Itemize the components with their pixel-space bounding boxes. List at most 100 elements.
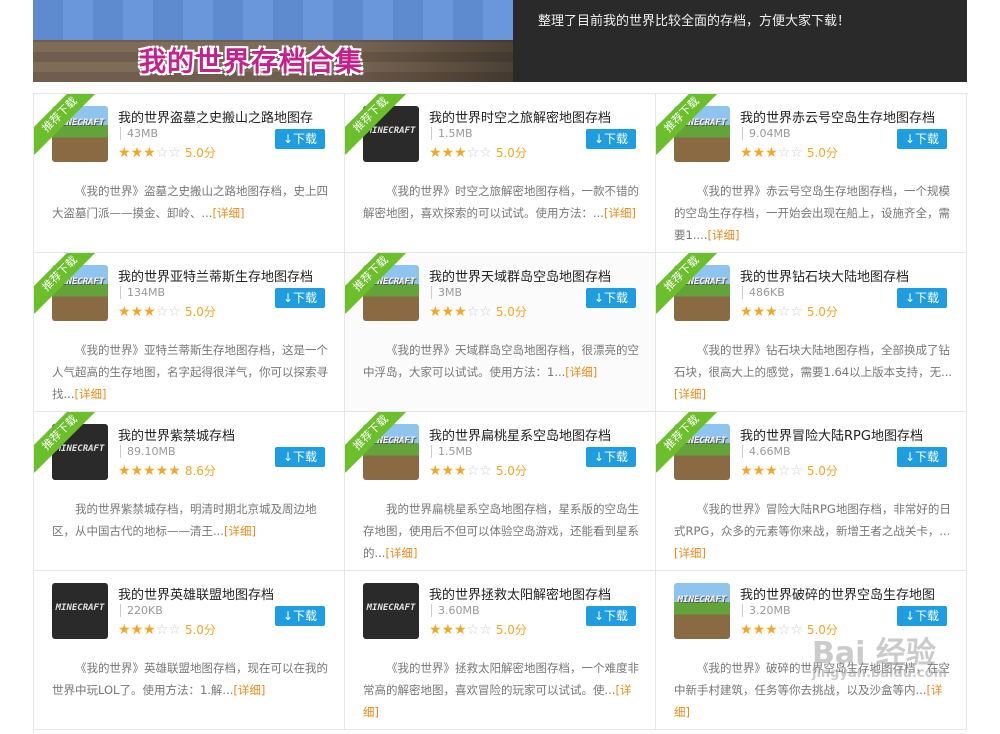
star-icon: ☆ xyxy=(479,622,492,638)
star-icon: ★ xyxy=(740,145,753,161)
star-icon: ★ xyxy=(765,463,778,479)
download-button[interactable]: ↓下载 xyxy=(275,129,325,149)
download-button[interactable]: ↓下载 xyxy=(897,447,947,467)
star-icon: ★ xyxy=(143,145,156,161)
details-link[interactable]: [详细] xyxy=(674,387,706,401)
details-link[interactable]: [详细] xyxy=(385,546,417,560)
rating-score: 5.0分 xyxy=(806,146,838,160)
star-icon: ☆ xyxy=(155,304,169,320)
download-arrow-icon: ↓ xyxy=(593,609,605,623)
rating-stars: ★★★☆☆ 5.0分 xyxy=(118,304,216,320)
star-icon: ★ xyxy=(740,304,753,320)
download-button[interactable]: ↓下载 xyxy=(586,129,636,149)
star-icon: ★ xyxy=(441,622,455,638)
star-icon: ★ xyxy=(130,463,144,479)
rating-score: 5.0分 xyxy=(495,146,527,160)
card-title[interactable]: 我的世界紫禁城存档 xyxy=(118,425,338,444)
star-icon: ★ xyxy=(740,463,753,479)
details-link[interactable]: [详细] xyxy=(74,387,106,401)
star-icon: ★ xyxy=(118,463,131,479)
card-title[interactable]: 我的世界赤云号空岛生存地图存档 xyxy=(740,107,960,126)
star-icon: ☆ xyxy=(777,622,791,638)
download-button[interactable]: ↓下载 xyxy=(897,606,947,626)
game-thumbnail[interactable]: MINECRAFT xyxy=(363,583,419,639)
file-size: 1.5MB xyxy=(431,445,473,458)
game-thumbnail[interactable]: MINECRAFT xyxy=(674,583,730,639)
card-description: 我的世界扁桃星系空岛地图存档，星系版的空岛生存地图，使用后不但可以体验空岛游戏，… xyxy=(363,502,639,560)
star-icon: ★ xyxy=(765,145,778,161)
file-size: 3.60MB xyxy=(431,604,480,617)
star-icon: ☆ xyxy=(168,304,181,320)
star-icon: ☆ xyxy=(777,304,791,320)
rating-stars: ★★★☆☆ 5.0分 xyxy=(429,622,527,638)
file-size: 9.04MB xyxy=(742,127,791,140)
details-link[interactable]: [详细] xyxy=(233,683,265,697)
star-icon: ★ xyxy=(118,145,131,161)
archive-card[interactable]: 推荐下载 MINECRAFT 我的世界亚特兰蒂斯生存地图存档 134MB ★★★☆☆ 5.… xyxy=(34,253,345,412)
star-icon: ★ xyxy=(765,304,778,320)
download-arrow-icon: ↓ xyxy=(904,450,916,464)
card-title[interactable]: 我的世界拯救太阳解密地图存档 xyxy=(429,584,649,603)
banner-text: 整理了目前我的世界比较全面的存档，方便大家下载！ xyxy=(538,14,851,29)
download-button[interactable]: ↓下载 xyxy=(586,606,636,626)
download-button[interactable]: ↓下载 xyxy=(586,288,636,308)
star-icon: ★ xyxy=(155,463,169,479)
archive-card[interactable]: 推荐下载 MINECRAFT 我的世界冒险大陆RPG地图存档 4.66MB ★★★☆☆ 5… xyxy=(656,412,967,571)
baidu-watermark: Bai 经验 jingyan.baidu.com xyxy=(812,636,948,681)
details-link[interactable]: [详细] xyxy=(674,546,706,560)
details-link[interactable]: [详细] xyxy=(565,365,597,379)
rating-score: 5.0分 xyxy=(184,146,216,160)
banner-title: 我的世界存档合集 xyxy=(139,47,363,78)
archive-card[interactable]: 推荐下载 MINECRAFT 我的世界扁桃星系空岛地图存档 1.5MB ★★★☆☆ 5.0… xyxy=(345,412,656,571)
banner: 我的世界存档合集 整理了目前我的世界比较全面的存档，方便大家下载！ xyxy=(33,0,967,82)
star-icon: ★ xyxy=(118,304,131,320)
star-icon: ☆ xyxy=(777,463,791,479)
file-size: 134MB xyxy=(120,286,165,299)
download-button[interactable]: ↓下载 xyxy=(275,288,325,308)
download-button[interactable]: ↓下载 xyxy=(586,447,636,467)
card-description: 《我的世界》赤云号空岛生存地图存档，一个规模的空岛生存存档，一开始会出现在船上，… xyxy=(674,184,950,242)
download-arrow-icon: ↓ xyxy=(282,450,294,464)
rating-score: 5.0分 xyxy=(495,623,527,637)
star-icon: ★ xyxy=(752,622,766,638)
download-button[interactable]: ↓下载 xyxy=(275,606,325,626)
details-link[interactable]: [详细] xyxy=(707,228,739,242)
card-title[interactable]: 我的世界英雄联盟地图存档 xyxy=(118,584,338,603)
archive-card[interactable]: 推荐下载 MINECRAFT 我的世界时空之旅解密地图存档 1.5MB ★★★☆☆ 5.0… xyxy=(345,94,656,253)
details-link[interactable]: [详细] xyxy=(212,206,244,220)
download-arrow-icon: ↓ xyxy=(593,450,605,464)
archive-card[interactable]: MINECRAFT 我的世界拯救太阳解密地图存档 3.60MB ★★★☆☆ 5.0分 ↓下… xyxy=(345,571,656,730)
archive-card[interactable]: 推荐下载 MINECRAFT 我的世界钻石块大陆地图存档 486KB ★★★☆☆ 5.0分… xyxy=(656,253,967,412)
archive-card[interactable]: MINECRAFT 我的世界英雄联盟地图存档 220KB ★★★☆☆ 5.0分 ↓下载 《我… xyxy=(34,571,345,730)
game-thumbnail[interactable]: MINECRAFT xyxy=(52,583,108,639)
archive-card[interactable]: 推荐下载 MINECRAFT 我的世界赤云号空岛生存地图存档 9.04MB ★★★☆☆ 5… xyxy=(656,94,967,253)
download-button[interactable]: ↓下载 xyxy=(897,288,947,308)
card-title[interactable]: 我的世界天域群岛空岛地图存档 xyxy=(429,266,649,285)
download-button[interactable]: ↓下载 xyxy=(275,447,325,467)
star-icon: ★ xyxy=(752,463,766,479)
details-link[interactable]: [详细] xyxy=(224,524,256,538)
star-icon: ★ xyxy=(454,622,467,638)
rating-score: 5.0分 xyxy=(806,464,838,478)
card-title[interactable]: 我的世界时空之旅解密地图存档 xyxy=(429,107,649,126)
card-title[interactable]: 我的世界扁桃星系空岛地图存档 xyxy=(429,425,649,444)
archive-card[interactable]: 推荐下载 MINECRAFT 我的世界盗墓之史搬山之路地图存 43MB ★★★☆☆ 5.0… xyxy=(34,94,345,253)
card-description: 《我的世界》盗墓之史搬山之路地图存档，史上四大盗墓门派——摸金、卸岭、...[详… xyxy=(52,184,328,220)
star-icon: ★ xyxy=(454,304,467,320)
card-title[interactable]: 我的世界亚特兰蒂斯生存地图存档 xyxy=(118,266,338,285)
rating-stars: ★★★☆☆ 5.0分 xyxy=(429,463,527,479)
star-icon: ★ xyxy=(752,145,766,161)
card-title[interactable]: 我的世界破碎的世界空岛生存地图 xyxy=(740,584,960,603)
card-title[interactable]: 我的世界冒险大陆RPG地图存档 xyxy=(740,425,960,444)
rating-score: 5.0分 xyxy=(495,305,527,319)
archive-card[interactable]: 推荐下载 MINECRAFT 我的世界紫禁城存档 89.10MB ★★★★★ 8.6分 ↓下… xyxy=(34,412,345,571)
file-size: 4.66MB xyxy=(742,445,791,458)
archive-card[interactable]: 推荐下载 MINECRAFT 我的世界天域群岛空岛地图存档 3MB ★★★☆☆ 5.0分 ↓… xyxy=(345,253,656,412)
card-title[interactable]: 我的世界钻石块大陆地图存档 xyxy=(740,266,960,285)
star-icon: ★ xyxy=(429,304,442,320)
card-title[interactable]: 我的世界盗墓之史搬山之路地图存 xyxy=(118,107,338,126)
details-link[interactable]: [详细] xyxy=(604,206,636,220)
download-button[interactable]: ↓下载 xyxy=(897,129,947,149)
rating-score: 5.0分 xyxy=(184,623,216,637)
star-icon: ☆ xyxy=(777,145,791,161)
